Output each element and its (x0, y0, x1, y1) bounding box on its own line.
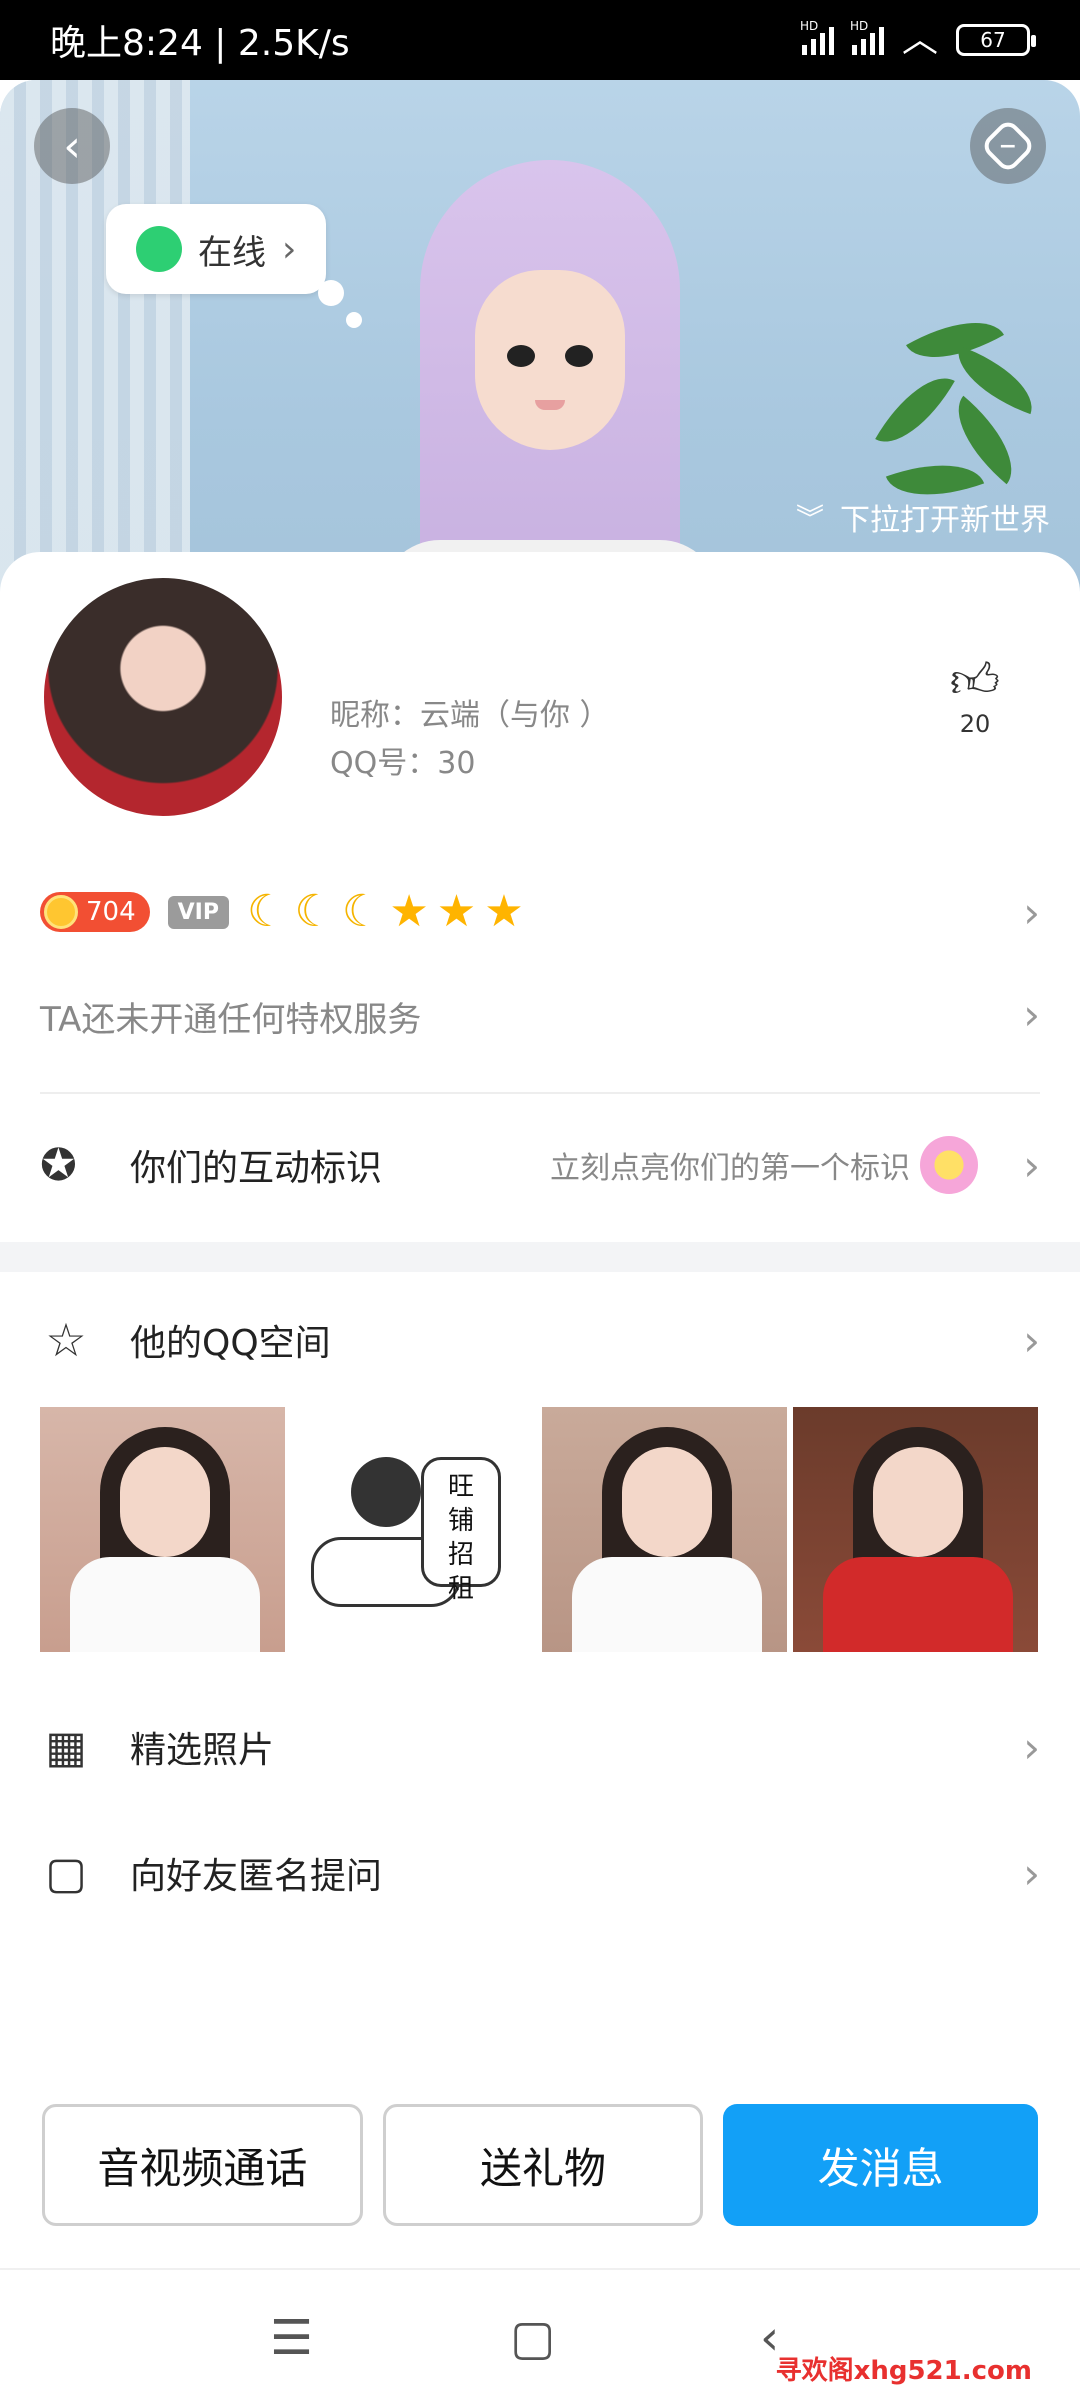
anonymous-question-row[interactable]: ▢ 向好友匿名提问 › (40, 1838, 1040, 1908)
chevron-right-icon: › (1023, 1722, 1040, 1772)
online-label: 在线 (198, 232, 266, 273)
chevron-left-icon: ‹ (63, 120, 81, 172)
video-call-button[interactable]: 音视频通话 (42, 2104, 363, 2226)
moon-icon: ☾ (294, 886, 334, 937)
double-chevron-down-icon: ︾ (795, 502, 824, 535)
thought-bubble-dot (318, 280, 344, 306)
featured-photos-row[interactable]: ▦ 精选照片 › (40, 1712, 1040, 1782)
privilege-text[interactable]: TA还未开通任何特权服务 (40, 992, 421, 1041)
qzone-label: 他的QQ空间 (130, 1323, 331, 1364)
chevron-right-icon: › (1023, 1140, 1040, 1190)
qzone-photo[interactable]: 旺铺招租 (291, 1407, 536, 1652)
pull-down-hint: ︾ 下拉打开新世界 (796, 495, 1050, 539)
qzone-star-icon: ☆ (45, 1313, 87, 1367)
star-badge-icon: ✪ (40, 1139, 77, 1191)
thumbs-up-icon: 👍︎ (949, 653, 1001, 709)
interaction-hint: 立刻点亮你们的第一个标识 (550, 1151, 910, 1186)
cat-box-icon: ▢ (45, 1847, 87, 1899)
chevron-right-icon: › (1023, 887, 1040, 937)
like-button[interactable]: 👍︎ 20 (940, 652, 1010, 738)
coin-count: 704 (86, 897, 136, 927)
pull-down-text: 下拉打开新世界 (840, 503, 1050, 538)
qzone-row[interactable]: ☆ 他的QQ空间 › (40, 1305, 1040, 1375)
anonymous-question-label: 向好友匿名提问 (130, 1856, 383, 1897)
divider (40, 1092, 1040, 1094)
coin-icon (44, 895, 78, 929)
nickname-text: 昵称：云端（与你 ） (330, 698, 610, 733)
qzone-photo-strip: 旺铺招租 (40, 1407, 1040, 1652)
chevron-right-icon: › (1023, 1315, 1040, 1365)
online-dot-icon (136, 226, 182, 272)
vip-badge: VIP (167, 895, 229, 929)
back-button[interactable]: ‹ (34, 108, 110, 184)
sticker-image: 旺铺招租 (311, 1447, 511, 1617)
level-badges: ☾ ☾ ☾ ★ ★ ★ (247, 890, 524, 934)
grid-icon: ▦ (45, 1721, 87, 1773)
star-icon: ★ (484, 886, 524, 937)
chevron-right-icon: › (282, 228, 297, 270)
interaction-marks-row[interactable]: ✪ 你们的互动标识 立刻点亮你们的第一个标识 › (40, 1130, 1040, 1200)
qzone-photo[interactable] (542, 1407, 787, 1652)
signal-icon: HD (800, 19, 834, 55)
qzone-photo[interactable] (793, 1407, 1038, 1652)
avatar[interactable] (40, 574, 286, 820)
star-icon: ★ (436, 886, 477, 937)
sticker-text: 旺铺招租 (421, 1457, 501, 1604)
level-row[interactable]: 704 VIP ☾ ☾ ☾ ★ ★ ★ › (40, 882, 1040, 942)
more-button[interactable]: − (970, 108, 1046, 184)
status-bar: 晚上8:24 | 2.5K/s HD HD ︿ 67 (0, 0, 1080, 80)
thought-bubble-dot-small (346, 312, 362, 328)
chevron-right-icon: › (1023, 990, 1040, 1039)
menu-icon[interactable]: ☰ (270, 2310, 313, 2366)
flower-icon (920, 1136, 978, 1194)
moon-icon: ☾ (246, 886, 287, 937)
status-icons: HD HD ︿ 67 (800, 19, 1036, 60)
featured-photos-label: 精选照片 (130, 1730, 275, 1771)
qq-number-text: QQ号：30 (330, 746, 476, 781)
qzone-photo[interactable] (40, 1407, 285, 1652)
like-count: 20 (959, 710, 991, 738)
send-gift-button[interactable]: 送礼物 (382, 2104, 704, 2226)
hexagon-menu-icon: − (979, 117, 1037, 175)
battery-icon: 67 (956, 24, 1036, 56)
signal-icon-2: HD (850, 19, 884, 55)
interaction-label: 你们的互动标识 (130, 1148, 383, 1189)
chevron-right-icon: › (1023, 1848, 1040, 1898)
status-time: 晚上8:24 | 2.5K/s (50, 23, 350, 64)
home-square-icon[interactable]: ▢ (510, 2310, 555, 2366)
star-icon: ★ (389, 886, 429, 937)
wifi-icon: ︿ (901, 19, 938, 60)
coin-badge: 704 (40, 892, 150, 932)
section-separator (0, 1242, 1080, 1272)
action-bar: 音视频通话 送礼物 发消息 (42, 2104, 1039, 2226)
moon-icon: ☾ (341, 886, 382, 937)
send-message-button[interactable]: 发消息 (723, 2104, 1039, 2226)
watermark-text: 寻欢阁xhg521.com (775, 2356, 1032, 2386)
battery-level: 67 (980, 28, 1006, 52)
online-status-bubble[interactable]: 在线 › (106, 204, 327, 294)
